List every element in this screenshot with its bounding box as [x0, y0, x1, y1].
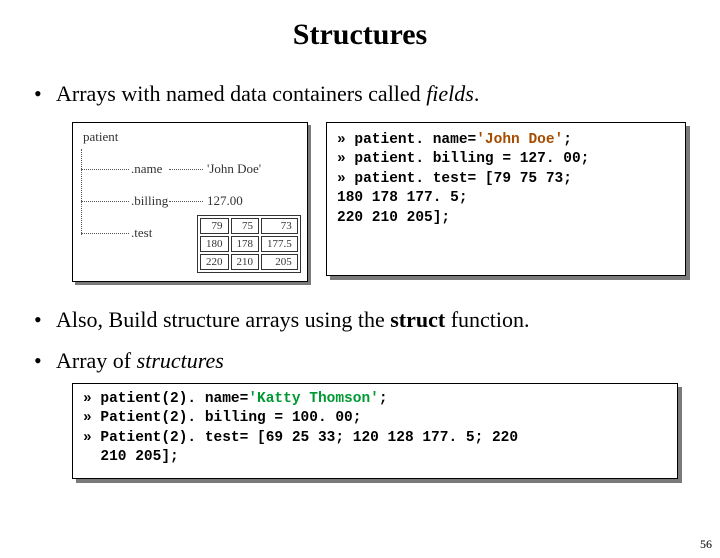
code-line: » patient. name= [337, 132, 476, 148]
table-row: 220 210 205 [200, 254, 298, 270]
bullet-1-em: fields [426, 81, 474, 106]
diagram-vline [81, 149, 82, 235]
code-line: » Patient(2). test= [69 25 33; 120 128 1… [83, 430, 518, 446]
diagram-value-name: 'John Doe' [207, 161, 261, 177]
bullet-dot: • [34, 306, 56, 334]
grid-cell: 178 [231, 236, 260, 252]
grid-cell: 79 [200, 218, 229, 234]
code-line: 220 210 205]; [337, 210, 450, 226]
bullet-dot: • [34, 347, 56, 375]
diagram-root-label: patient [83, 129, 118, 145]
grid-cell: 177.5 [261, 236, 298, 252]
code-line: » patient. billing = 127. 00; [337, 151, 589, 167]
code-line: » patient. test= [79 75 73; [337, 171, 572, 187]
grid-cell: 205 [261, 254, 298, 270]
code-inner-2: » patient(2). name='Katty Thomson'; » Pa… [72, 383, 678, 479]
grid-cell: 75 [231, 218, 260, 234]
bullet-dot: • [34, 80, 56, 108]
grid-cell: 73 [261, 218, 298, 234]
bullet-3-pre: Array of [56, 348, 137, 373]
bullet-1-pre: Arrays with named data containers called [56, 81, 426, 106]
table-row: 79 75 73 [200, 218, 298, 234]
diagram-test-grid: 79 75 73 180 178 177.5 220 210 205 [197, 215, 301, 273]
code-line-end: ; [563, 132, 572, 148]
diagram-field-name: .name [131, 161, 162, 177]
table-row: 180 178 177.5 [200, 236, 298, 252]
content-area: • Arrays with named data containers call… [0, 80, 720, 479]
bullet-1-post: . [474, 81, 480, 106]
bullet-2-post: function. [445, 307, 529, 332]
code-highlight: 'Katty Thomson' [248, 391, 379, 407]
bullet-3-em: structures [137, 348, 224, 373]
code-block-1: » patient. name='John Doe'; » patient. b… [326, 122, 686, 282]
page-number: 56 [700, 537, 712, 552]
page-title: Structures [0, 18, 720, 52]
bullet-text: Also, Build structure arrays using the s… [56, 306, 686, 334]
diagram-inner: patient .name .billing .test 'John Doe' … [72, 122, 308, 282]
structure-diagram: patient .name .billing .test 'John Doe' … [72, 122, 308, 282]
grid-cell: 180 [200, 236, 229, 252]
code-line: 180 178 177. 5; [337, 190, 468, 206]
bullet-2-em: struct [390, 307, 445, 332]
code-highlight: 'John Doe' [476, 132, 563, 148]
grid-cell: 210 [231, 254, 260, 270]
diagram-field-test: .test [131, 225, 152, 241]
code-line: » Patient(2). billing = 100. 00; [83, 410, 361, 426]
code-line: 210 205]; [83, 449, 179, 465]
diagram-field-billing: .billing [131, 193, 168, 209]
bullet-text: Arrays with named data containers called… [56, 80, 686, 108]
diagram-hline-3 [81, 233, 129, 234]
diagram-value-billing: 127.00 [207, 193, 243, 209]
grid-cell: 220 [200, 254, 229, 270]
diagram-dots-1 [169, 169, 203, 170]
bullet-3: • Array of structures [34, 347, 686, 375]
code-block-2: » patient(2). name='Katty Thomson'; » Pa… [72, 383, 678, 479]
diagram-dots-2 [169, 201, 203, 202]
diagram-hline-1 [81, 169, 129, 170]
mid-row: patient .name .billing .test 'John Doe' … [72, 122, 686, 282]
diagram-hline-2 [81, 201, 129, 202]
bullet-1: • Arrays with named data containers call… [34, 80, 686, 108]
bullet-text: Array of structures [56, 347, 686, 375]
code-inner-1: » patient. name='John Doe'; » patient. b… [326, 122, 686, 276]
code-line: » patient(2). name= [83, 391, 248, 407]
bullet-2-pre: Also, Build structure arrays using the [56, 307, 390, 332]
bullet-2: • Also, Build structure arrays using the… [34, 306, 686, 334]
code-line-end: ; [379, 391, 388, 407]
